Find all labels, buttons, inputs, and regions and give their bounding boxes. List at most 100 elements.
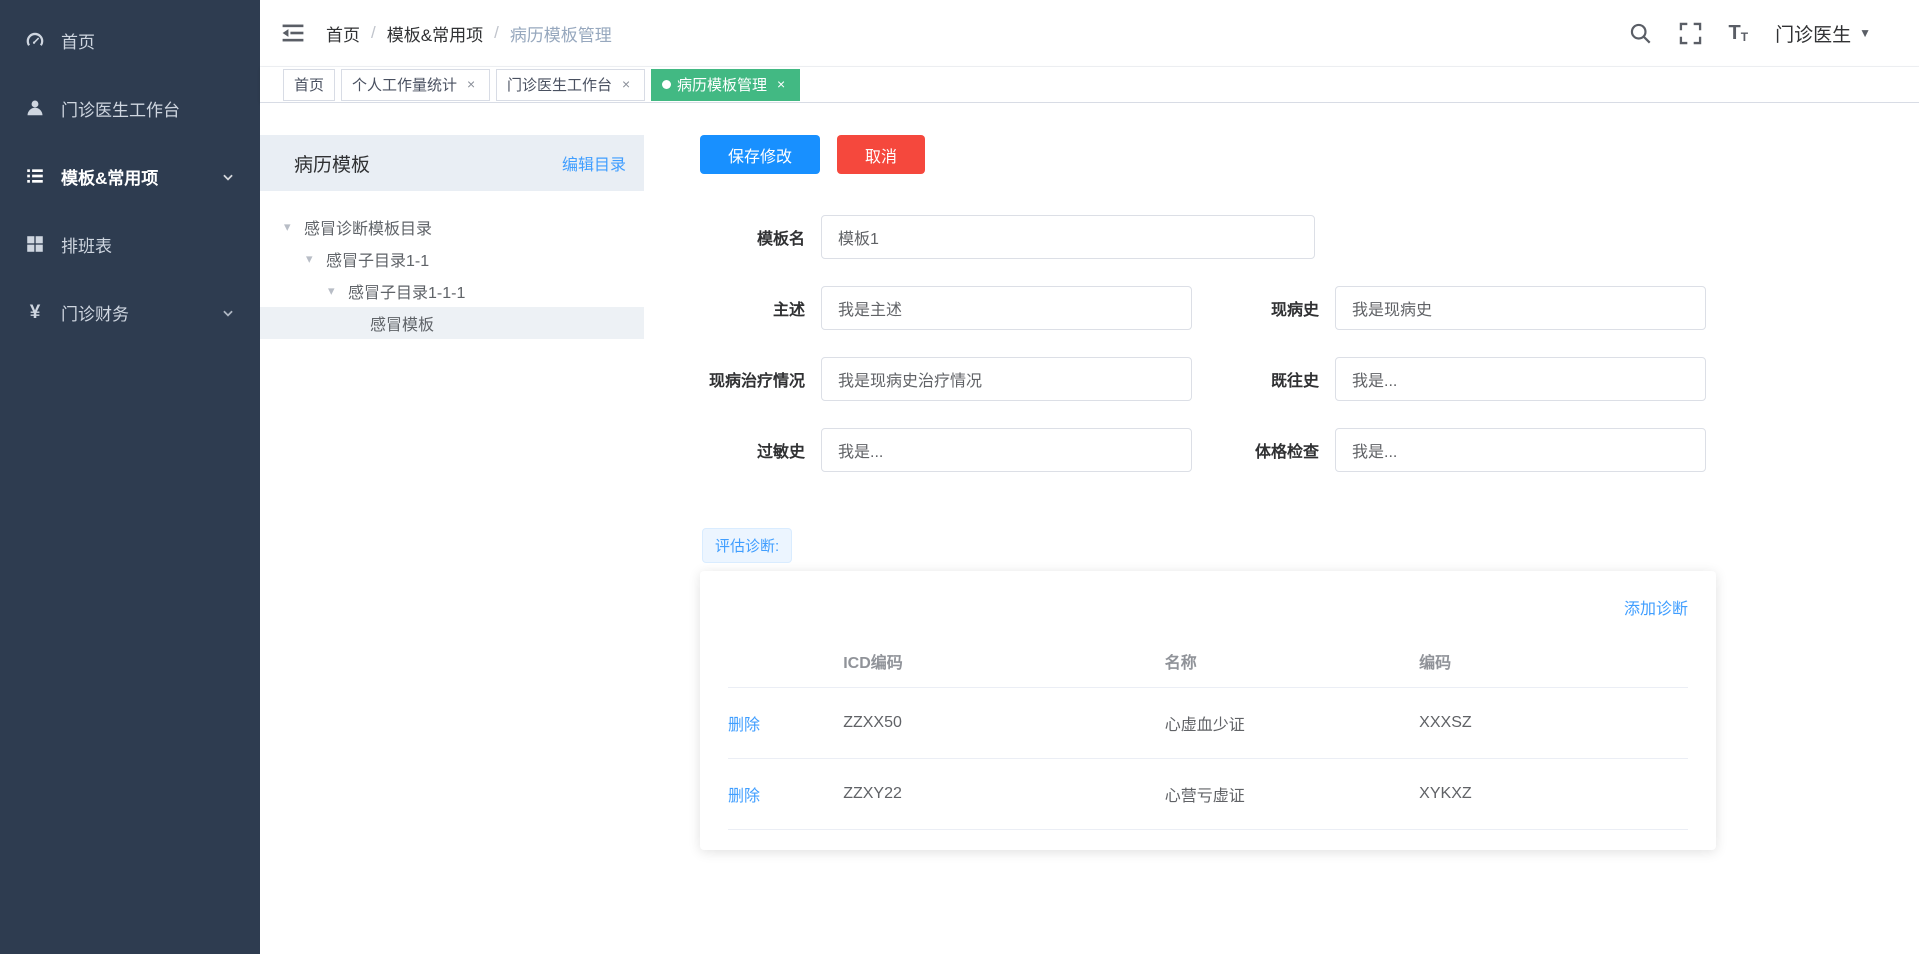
close-icon[interactable]: × bbox=[463, 76, 479, 93]
tab-record-template-mgmt[interactable]: 病历模板管理 × bbox=[651, 68, 801, 101]
template-list-icon bbox=[25, 166, 45, 186]
template-form-area: 保存修改 取消 模板名 主述 现病史 现病治疗情况 bbox=[644, 135, 1919, 954]
sidebar-item-doctor-workbench[interactable]: 门诊医生工作台 bbox=[0, 74, 260, 142]
column-name: 名称 bbox=[1164, 635, 1420, 688]
caret-down-icon[interactable]: ▾ bbox=[306, 251, 326, 267]
tabs-bar: 首页 个人工作量统计 × 门诊医生工作台 × 病历模板管理 × bbox=[260, 67, 1919, 103]
add-diagnosis-link[interactable]: 添加诊断 bbox=[728, 595, 1688, 619]
panel-title: 病历模板 bbox=[294, 154, 371, 176]
column-code: 编码 bbox=[1419, 635, 1688, 688]
close-icon[interactable]: × bbox=[773, 76, 789, 93]
sidebar-toggle-icon[interactable] bbox=[280, 20, 306, 46]
sidebar-item-home[interactable]: 首页 bbox=[0, 6, 260, 74]
breadcrumb-separator: / bbox=[371, 23, 376, 42]
physical-exam-label: 体格检查 bbox=[1254, 444, 1319, 461]
column-icd: ICD编码 bbox=[843, 635, 1165, 688]
treatment-status-input[interactable] bbox=[821, 357, 1192, 401]
sidebar: 首页 门诊医生工作台 模板&常用项 排班表 ¥ 门诊财务 bbox=[0, 0, 260, 954]
breadcrumb-home[interactable]: 首页 bbox=[326, 21, 360, 46]
sidebar-item-templates[interactable]: 模板&常用项 bbox=[0, 142, 260, 210]
main-column: 首页 / 模板&常用项 / 病历模板管理 TT 门诊医生 ▼ 首页 个人工作量统… bbox=[260, 0, 1919, 954]
sidebar-item-label: 排班表 bbox=[61, 236, 112, 256]
form-row-2: 主述 现病史 bbox=[700, 286, 1919, 330]
cell-name: 心营亏虚证 bbox=[1164, 758, 1420, 830]
form-actions: 保存修改 取消 bbox=[700, 135, 1919, 174]
breadcrumb: 首页 / 模板&常用项 / 病历模板管理 bbox=[326, 21, 612, 46]
tree-node-template-selected[interactable]: 感冒模板 bbox=[260, 307, 644, 339]
sidebar-item-finance[interactable]: ¥ 门诊财务 bbox=[0, 278, 260, 346]
table-row: 删除 ZZXX50 心虚血少证 XXXSZ bbox=[728, 687, 1688, 759]
breadcrumb-current: 病历模板管理 bbox=[509, 25, 612, 45]
finance-yen-icon: ¥ bbox=[29, 301, 41, 323]
sidebar-item-label: 首页 bbox=[61, 32, 95, 52]
cell-code: XXXSZ bbox=[1419, 687, 1688, 759]
table-header-row: ICD编码 名称 编码 bbox=[728, 635, 1688, 688]
page-content: 病历模板 编辑目录 ▾ 感冒诊断模板目录 ▾ 感冒子目录1-1 ▾ 感冒子目录1… bbox=[260, 103, 1919, 954]
allergy-history-input[interactable] bbox=[821, 428, 1192, 472]
form-row-4: 过敏史 体格检查 bbox=[700, 428, 1919, 472]
tab-home[interactable]: 首页 bbox=[283, 68, 336, 101]
chief-complaint-label: 主述 bbox=[772, 302, 805, 319]
breadcrumb-separator: / bbox=[494, 23, 499, 42]
breadcrumb-templates[interactable]: 模板&常用项 bbox=[387, 21, 483, 46]
tab-label: 首页 bbox=[294, 77, 325, 94]
caret-down-icon[interactable]: ▾ bbox=[328, 283, 348, 299]
close-icon[interactable]: × bbox=[618, 76, 634, 93]
table-row: 删除 ZZXY22 心营亏虚证 XYKXZ bbox=[728, 758, 1688, 830]
user-name: 门诊医生 bbox=[1775, 24, 1852, 46]
past-history-input[interactable] bbox=[1335, 357, 1706, 401]
diagnosis-table: ICD编码 名称 编码 删除 ZZXX50 心虚血少证 XXXSZ 删除 ZZX… bbox=[728, 635, 1688, 830]
fullscreen-icon[interactable] bbox=[1679, 22, 1702, 45]
column-action bbox=[728, 635, 844, 688]
tab-label: 个人工作量统计 bbox=[352, 77, 458, 94]
cell-icd: ZZXY22 bbox=[843, 758, 1165, 830]
user-icon bbox=[25, 98, 45, 118]
tree-node-sub1[interactable]: ▾ 感冒子目录1-1 bbox=[260, 243, 644, 275]
tree-node-sub2[interactable]: ▾ 感冒子目录1-1-1 bbox=[260, 275, 644, 307]
tab-label: 门诊医生工作台 bbox=[507, 77, 613, 94]
delete-row-link[interactable]: 删除 bbox=[728, 717, 760, 734]
tree-node-label: 感冒模板 bbox=[370, 317, 435, 334]
user-dropdown[interactable]: 门诊医生 ▼ bbox=[1775, 20, 1871, 47]
tab-personal-workload-stats[interactable]: 个人工作量统计 × bbox=[341, 68, 491, 101]
tree-node-root[interactable]: ▾ 感冒诊断模板目录 bbox=[260, 211, 644, 243]
sidebar-item-label: 门诊医生工作台 bbox=[61, 100, 180, 120]
sidebar-item-label: 模板&常用项 bbox=[61, 168, 159, 188]
tree-node-label: 感冒子目录1-1-1 bbox=[348, 285, 466, 302]
cell-icd: ZZXX50 bbox=[843, 687, 1165, 759]
assessment-diagnosis-tag[interactable]: 评估诊断: bbox=[702, 528, 793, 563]
past-history-label: 既往史 bbox=[1270, 373, 1319, 390]
dashboard-icon bbox=[25, 30, 45, 50]
physical-exam-input[interactable] bbox=[1335, 428, 1706, 472]
tab-label: 病历模板管理 bbox=[677, 77, 768, 94]
template-name-input[interactable] bbox=[821, 215, 1315, 259]
template-form: 模板名 主述 现病史 现病治疗情况 既往史 bbox=[700, 215, 1919, 472]
cell-name: 心虚血少证 bbox=[1164, 687, 1420, 759]
cancel-button[interactable]: 取消 bbox=[837, 135, 926, 174]
cell-code: XYKXZ bbox=[1419, 758, 1688, 830]
delete-row-link[interactable]: 删除 bbox=[728, 788, 760, 805]
tree-node-label: 感冒诊断模板目录 bbox=[304, 221, 433, 238]
caret-down-icon[interactable]: ▾ bbox=[284, 219, 304, 235]
chevron-down-icon bbox=[221, 305, 235, 319]
search-icon[interactable] bbox=[1629, 22, 1652, 45]
sidebar-item-label: 门诊财务 bbox=[61, 304, 129, 324]
tree-panel-header: 病历模板 编辑目录 bbox=[260, 135, 644, 191]
template-tree-panel: 病历模板 编辑目录 ▾ 感冒诊断模板目录 ▾ 感冒子目录1-1 ▾ 感冒子目录1… bbox=[260, 135, 644, 954]
present-illness-label: 现病史 bbox=[1270, 302, 1319, 319]
schedule-icon bbox=[25, 234, 45, 254]
template-name-label: 模板名 bbox=[756, 231, 805, 248]
save-button[interactable]: 保存修改 bbox=[700, 135, 821, 174]
navbar: 首页 / 模板&常用项 / 病历模板管理 TT 门诊医生 ▼ bbox=[260, 0, 1919, 67]
text-size-icon[interactable]: TT bbox=[1729, 23, 1749, 43]
chief-complaint-input[interactable] bbox=[821, 286, 1192, 330]
tab-doctor-workbench[interactable]: 门诊医生工作台 × bbox=[496, 68, 646, 101]
sidebar-item-schedule[interactable]: 排班表 bbox=[0, 210, 260, 278]
present-illness-input[interactable] bbox=[1335, 286, 1706, 330]
diagnosis-card: 添加诊断 ICD编码 名称 编码 删除 ZZXX50 心虚血少证 XXXSZ 删… bbox=[700, 571, 1716, 850]
chevron-down-icon bbox=[221, 169, 235, 183]
edit-directory-link[interactable]: 编辑目录 bbox=[562, 151, 626, 175]
active-tab-dot bbox=[662, 80, 672, 89]
template-tree: ▾ 感冒诊断模板目录 ▾ 感冒子目录1-1 ▾ 感冒子目录1-1-1 感冒模板 bbox=[260, 191, 644, 339]
app-root: 首页 门诊医生工作台 模板&常用项 排班表 ¥ 门诊财务 首页 / 模板&常用项… bbox=[0, 0, 1919, 954]
